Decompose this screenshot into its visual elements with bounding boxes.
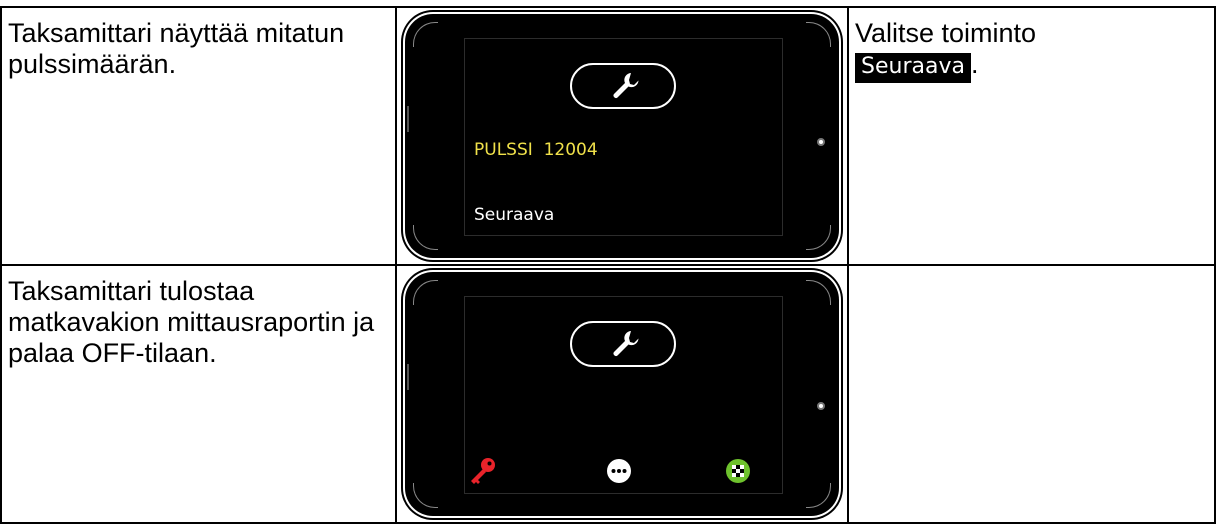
row-description: Taksamittari tulostaa matkavakion mittau… [8, 276, 375, 368]
description-cell: Taksamittari tulostaa matkavakion mittau… [0, 264, 397, 524]
wrench-icon [613, 331, 639, 356]
pulse-value: 12004 [543, 140, 598, 160]
action-prefix: Valitse toiminto [855, 18, 1037, 48]
action-cell [847, 264, 1216, 524]
screen-cell: PULSSI 12004 Seuraava [395, 6, 849, 266]
action-text: Valitse toiminto Seuraava. [850, 9, 1213, 83]
description-cell: Taksamittari näyttää mitatun pulssimäärä… [0, 6, 397, 266]
camera-dot [817, 402, 825, 410]
key-icon[interactable] [465, 454, 499, 493]
pulse-label: PULSSI [474, 140, 533, 160]
screen-cell [395, 264, 849, 524]
instruction-table: Taksamittari näyttää mitatun pulssimäärä… [0, 6, 1216, 524]
row-description: Taksamittari näyttää mitatun pulssimäärä… [8, 18, 345, 79]
side-button [407, 364, 409, 390]
device-display: PULSSI 12004 Seuraava [464, 38, 783, 236]
side-button [407, 106, 409, 132]
wrench-icon [613, 73, 639, 98]
action-text [850, 267, 1213, 276]
taximeter-device [407, 274, 837, 514]
finish-flag-icon[interactable] [721, 454, 755, 493]
action-cell: Valitse toiminto Seuraava. [847, 6, 1216, 266]
device-display [464, 296, 783, 494]
table-row: Taksamittari näyttää mitatun pulssimäärä… [0, 6, 1216, 266]
service-mode-button[interactable] [570, 63, 676, 109]
taximeter-device: PULSSI 12004 Seuraava [407, 16, 837, 256]
pulse-readout: PULSSI 12004 [474, 140, 598, 160]
more-icon[interactable] [602, 454, 636, 493]
next-softkey[interactable]: Seuraava [474, 205, 554, 225]
next-key-highlight: Seuraava [855, 53, 971, 83]
camera-dot [817, 138, 825, 146]
action-suffix: . [970, 49, 979, 79]
service-mode-button[interactable] [570, 321, 676, 367]
table-row: Taksamittari tulostaa matkavakion mittau… [0, 264, 1216, 524]
